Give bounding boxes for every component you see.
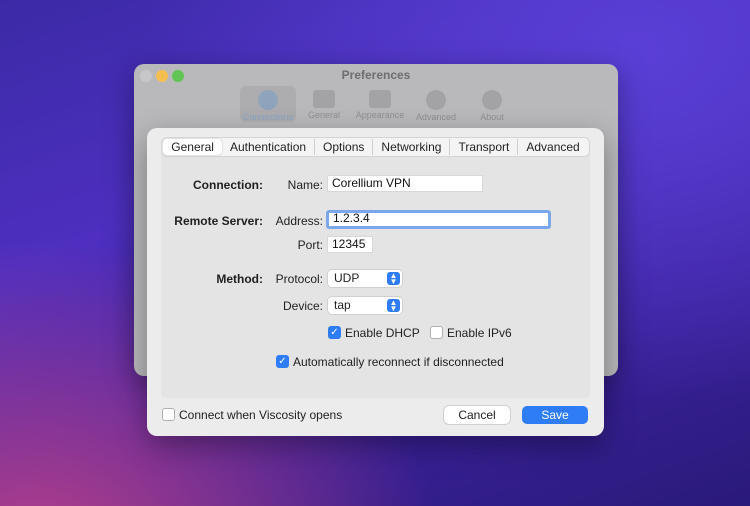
port-label: Port: <box>297 238 323 252</box>
tab-transport[interactable]: Transport <box>450 139 519 155</box>
port-field[interactable]: 12345 <box>327 236 373 253</box>
auto-reconnect-label: Automatically reconnect if disconnected <box>293 355 504 369</box>
toolbar-about-label: About <box>480 112 504 122</box>
device-select[interactable]: tap ▲ ▼ <box>328 297 402 314</box>
tab-options[interactable]: Options <box>315 139 374 155</box>
tab-bar-container: General Authentication Options Networkin… <box>147 137 604 157</box>
save-button[interactable]: Save <box>522 406 588 424</box>
tab-bar: General Authentication Options Networkin… <box>161 137 590 157</box>
address-label: Address: <box>275 214 323 228</box>
device-label: Device: <box>282 299 323 313</box>
auto-reconnect-checkbox[interactable]: ✓ <box>276 355 289 368</box>
name-field[interactable]: Corellium VPN <box>327 175 483 192</box>
window-icon <box>313 90 335 108</box>
enable-ipv6-label: Enable IPv6 <box>447 326 512 340</box>
toolbar-connections-label: Connections <box>242 112 294 122</box>
info-icon <box>482 90 502 110</box>
protocol-select-value: UDP <box>334 271 360 285</box>
device-select-value: tap <box>334 298 351 312</box>
toolbar-appearance-label: Appearance <box>355 110 405 120</box>
gear-icon <box>426 90 446 110</box>
enable-dhcp-label: Enable DHCP <box>345 326 420 340</box>
enable-dhcp-checkbox[interactable]: ✓ <box>328 326 341 339</box>
tab-general[interactable]: General <box>163 139 222 155</box>
preferences-toolbar: Connections General Appearance Advanced … <box>240 86 520 122</box>
monitor-icon <box>369 90 391 108</box>
toolbar-advanced-label: Advanced <box>415 112 457 122</box>
tab-authentication[interactable]: Authentication <box>222 139 316 155</box>
toolbar-general[interactable]: General <box>296 86 352 122</box>
window-title: Preferences <box>341 68 411 82</box>
name-label: Name: <box>287 178 323 192</box>
toolbar-advanced[interactable]: Advanced <box>408 86 464 122</box>
checkmark-icon: ✓ <box>278 356 287 367</box>
connect-on-open-checkbox[interactable] <box>162 408 175 421</box>
address-field[interactable]: 1.2.3.4 <box>326 210 551 229</box>
remote-server-section-label: Remote Server: <box>174 214 263 228</box>
protocol-label: Protocol: <box>275 272 323 286</box>
cancel-button[interactable]: Cancel <box>444 406 510 424</box>
connection-editor-sheet: General Authentication Options Networkin… <box>147 128 604 436</box>
toolbar-general-label: General <box>307 110 341 120</box>
connection-section-label: Connection: <box>193 178 263 192</box>
connect-on-open-label: Connect when Viscosity opens <box>179 408 343 422</box>
method-section-label: Method: <box>216 272 263 286</box>
tab-advanced[interactable]: Advanced <box>518 139 587 155</box>
enable-ipv6-checkbox[interactable] <box>430 326 443 339</box>
chevron-up-down-icon: ▲ ▼ <box>387 272 400 286</box>
toolbar-about[interactable]: About <box>464 86 520 122</box>
tab-networking[interactable]: Networking <box>373 139 451 155</box>
protocol-select[interactable]: UDP ▲ ▼ <box>328 270 402 287</box>
globe-icon <box>258 90 278 110</box>
toolbar-connections[interactable]: Connections <box>240 86 296 122</box>
chevron-up-down-icon: ▲ ▼ <box>387 299 400 313</box>
checkmark-icon: ✓ <box>330 327 339 338</box>
preferences-titlebar: Preferences Connections General Appearan… <box>134 64 618 128</box>
toolbar-appearance[interactable]: Appearance <box>352 86 408 122</box>
